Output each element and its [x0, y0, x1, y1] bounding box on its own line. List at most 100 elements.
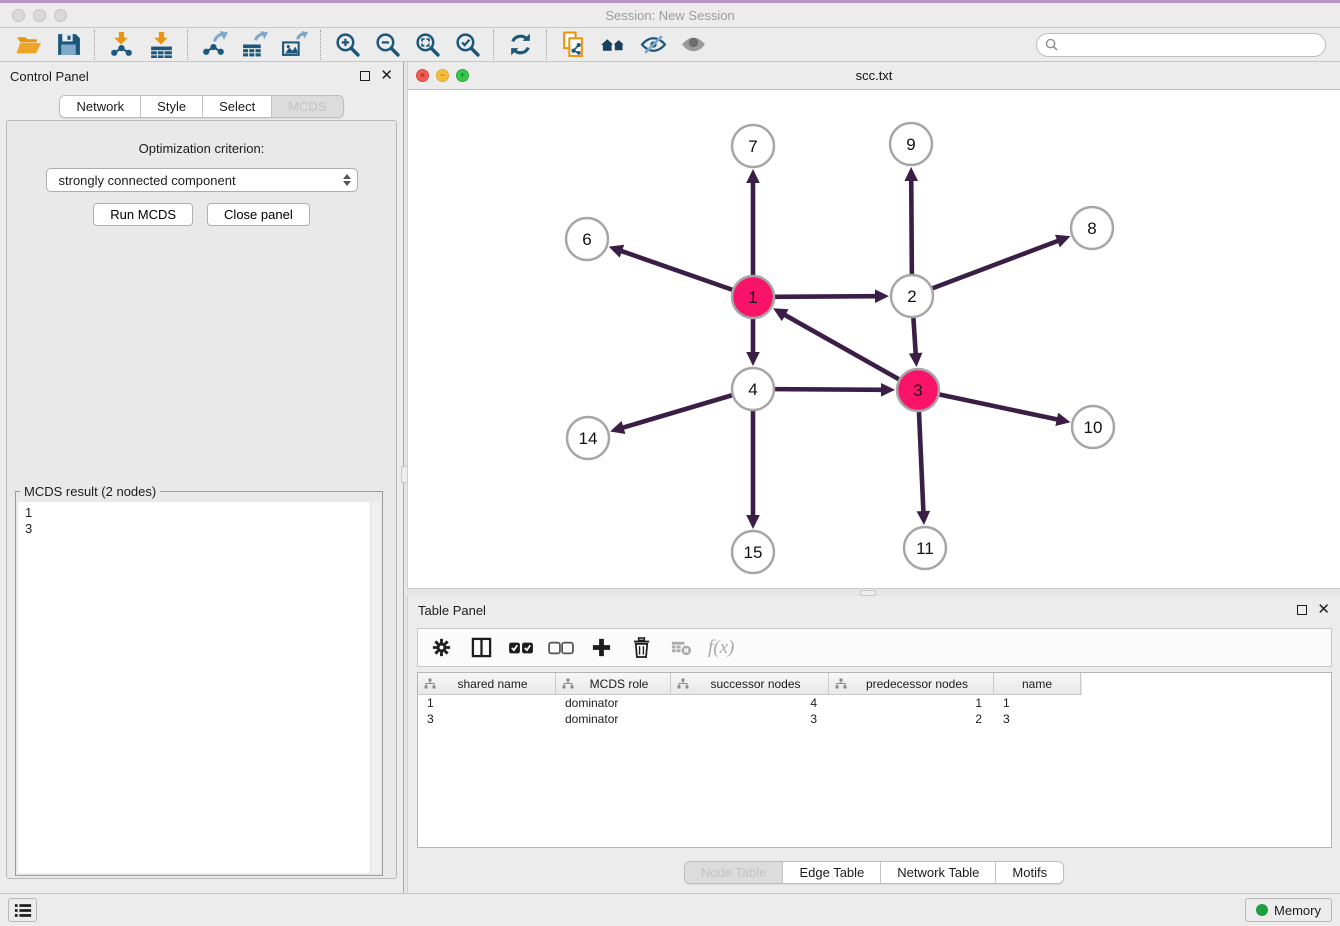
tab-edge-table[interactable]: Edge Table	[783, 862, 881, 883]
unselect-all-columns-icon[interactable]	[548, 635, 574, 661]
mcds-result-title: MCDS result (2 nodes)	[20, 484, 160, 499]
main-toolbar	[0, 28, 1340, 62]
select-all-columns-icon[interactable]	[508, 635, 534, 661]
export-table-icon[interactable]	[234, 30, 274, 60]
network-canvas[interactable]: 7968124314101511	[408, 90, 1340, 587]
edge-2-8[interactable]	[933, 240, 1060, 288]
cell-MCDS-role[interactable]: dominator	[556, 712, 671, 726]
tab-network-table[interactable]: Network Table	[881, 862, 996, 883]
mcds-result-group: MCDS result (2 nodes) 13	[15, 491, 383, 876]
close-table-panel-icon[interactable]: ✕	[1317, 605, 1330, 615]
export-image-icon[interactable]	[274, 30, 314, 60]
status-bar: Memory	[0, 893, 1340, 926]
cell-name[interactable]: 1	[994, 696, 1081, 710]
column-header-name[interactable]: name	[994, 673, 1081, 694]
edge-4-3[interactable]	[775, 389, 883, 390]
cell-predecessor-nodes[interactable]: 1	[829, 696, 994, 710]
cell-MCDS-role[interactable]: dominator	[556, 696, 671, 710]
edge-arrowhead	[881, 383, 895, 397]
control-panel-title: Control Panel	[10, 69, 89, 84]
export-network-icon[interactable]	[194, 30, 234, 60]
tab-node-table[interactable]: Node Table	[685, 862, 784, 883]
refresh-layout-icon[interactable]	[500, 30, 540, 60]
tab-select[interactable]: Select	[203, 96, 272, 117]
memory-button[interactable]: Memory	[1245, 898, 1332, 922]
column-header-predecessor-nodes[interactable]: predecessor nodes	[829, 673, 994, 694]
function-builder-fx-icon[interactable]: f(x)	[708, 637, 734, 659]
optimization-criterion-label: Optimization criterion:	[7, 141, 396, 156]
zoom-out-icon[interactable]	[367, 30, 407, 60]
result-scrollbar[interactable]	[370, 502, 380, 873]
float-panel-icon[interactable]	[360, 71, 370, 81]
hide-selected-icon[interactable]	[633, 30, 673, 60]
mcds-panel: Optimization criterion: strongly connect…	[6, 120, 397, 879]
zoom-selected-icon[interactable]	[447, 30, 487, 60]
run-mcds-button[interactable]: Run MCDS	[93, 203, 193, 226]
graph-node-label: 8	[1087, 219, 1096, 238]
cell-successor-nodes[interactable]: 4	[671, 696, 829, 710]
delete-columns-trash-icon[interactable]	[628, 635, 654, 661]
table-toolbar: f(x)	[417, 628, 1332, 667]
optimization-criterion-select[interactable]: strongly connected component	[46, 168, 358, 192]
close-panel-icon[interactable]: ✕	[380, 71, 393, 81]
table-row[interactable]: 3dominator323	[418, 711, 1331, 727]
tab-motifs[interactable]: Motifs	[996, 862, 1063, 883]
edge-2-9[interactable]	[911, 179, 912, 274]
cell-predecessor-nodes[interactable]: 2	[829, 712, 994, 726]
show-all-icon[interactable]	[673, 30, 713, 60]
float-table-panel-icon[interactable]	[1297, 605, 1307, 615]
edge-2-3[interactable]	[913, 318, 915, 355]
open-session-icon[interactable]	[8, 30, 48, 60]
graph-node-label: 4	[748, 380, 757, 399]
save-session-icon[interactable]	[48, 30, 88, 60]
column-header-MCDS-role[interactable]: MCDS role	[556, 673, 671, 694]
import-table-icon[interactable]	[141, 30, 181, 60]
node-table[interactable]: shared nameMCDS rolesuccessor nodesprede…	[417, 672, 1332, 848]
edge-3-11[interactable]	[919, 412, 923, 513]
horizontal-splitter[interactable]	[407, 588, 1340, 596]
network-graph[interactable]: 7968124314101511	[408, 90, 1340, 587]
edge-1-2[interactable]	[775, 296, 877, 297]
table-settings-gear-icon[interactable]	[428, 635, 454, 661]
app-title: Session: New Session	[0, 8, 1340, 23]
cell-shared-name[interactable]: 1	[418, 696, 556, 710]
mcds-result-textarea[interactable]: 13	[18, 502, 380, 873]
close-panel-button[interactable]: Close panel	[207, 203, 310, 226]
search-input[interactable]	[1063, 38, 1317, 52]
cell-name[interactable]: 3	[994, 712, 1081, 726]
show-column-panel-icon[interactable]	[468, 635, 494, 661]
first-neighbors-icon[interactable]	[593, 30, 633, 60]
delete-table-icon[interactable]	[668, 635, 694, 661]
column-header-successor-nodes[interactable]: successor nodes	[671, 673, 829, 694]
import-network-icon[interactable]	[101, 30, 141, 60]
control-panel: Control Panel ✕ NetworkStyleSelectMCDS O…	[0, 62, 403, 893]
tab-network[interactable]: Network	[60, 96, 141, 117]
network-window-titlebar: × − + scc.txt	[408, 62, 1340, 90]
edge-4-14[interactable]	[622, 395, 732, 428]
toolbar-separator	[320, 30, 321, 60]
edge-3-1[interactable]	[783, 314, 898, 379]
search-field[interactable]	[1036, 33, 1326, 57]
edge-3-10[interactable]	[940, 395, 1059, 420]
graph-node-label: 9	[906, 135, 915, 154]
table-header-row: shared nameMCDS rolesuccessor nodesprede…	[418, 673, 1082, 695]
task-history-list-icon[interactable]	[8, 898, 37, 922]
cell-successor-nodes[interactable]: 3	[671, 712, 829, 726]
graph-node-label: 10	[1084, 418, 1103, 437]
tab-mcds[interactable]: MCDS	[272, 96, 342, 117]
graph-node-label: 11	[916, 539, 934, 558]
zoom-in-icon[interactable]	[327, 30, 367, 60]
zoom-fit-icon[interactable]	[407, 30, 447, 60]
edge-1-6[interactable]	[620, 251, 732, 290]
right-pane: × − + scc.txt 7968124314101511 Table Pan…	[407, 62, 1340, 893]
graph-node-label: 3	[913, 381, 922, 400]
tab-style[interactable]: Style	[141, 96, 203, 117]
duplicate-network-icon[interactable]	[553, 30, 593, 60]
cell-shared-name[interactable]: 3	[418, 712, 556, 726]
edge-arrowhead	[746, 515, 760, 529]
edge-arrowhead	[875, 289, 889, 303]
table-row[interactable]: 1dominator411	[418, 695, 1331, 711]
edge-arrowhead	[1055, 413, 1070, 426]
column-header-shared-name[interactable]: shared name	[418, 673, 556, 694]
create-column-plus-icon[interactable]	[588, 635, 614, 661]
